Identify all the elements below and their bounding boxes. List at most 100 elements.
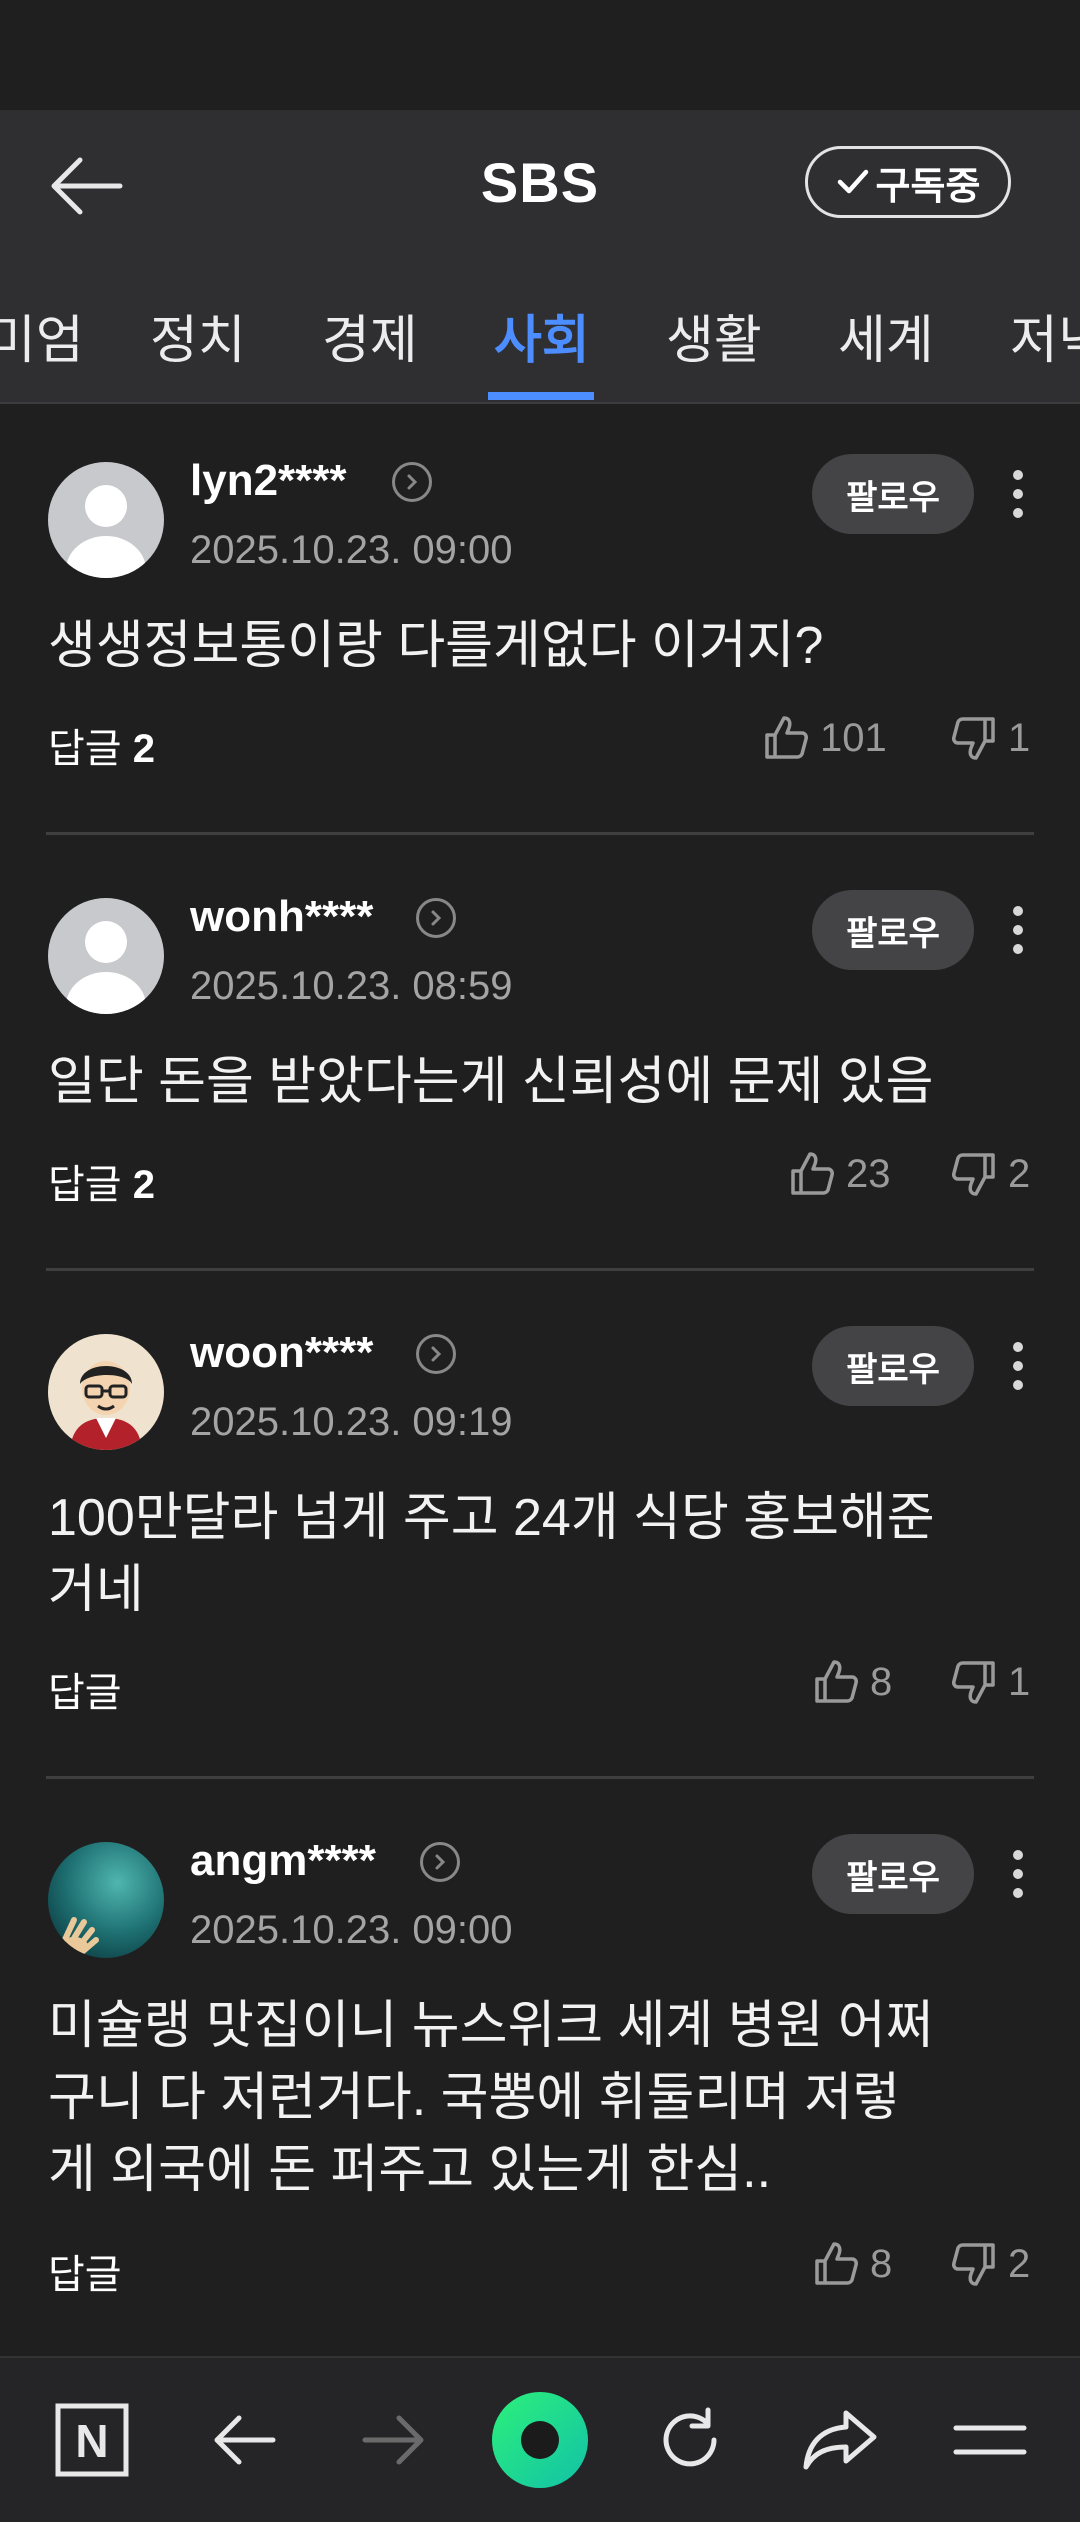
username[interactable]: wonh**** bbox=[190, 892, 373, 942]
tab-economy[interactable]: 경제 bbox=[322, 298, 418, 373]
naver-home-button[interactable]: N bbox=[42, 2390, 142, 2490]
dislike-count: 2 bbox=[1008, 1151, 1031, 1196]
thumbs-up-icon bbox=[815, 1660, 858, 1703]
menu-icon bbox=[953, 2425, 1027, 2455]
username[interactable]: angm**** bbox=[190, 1836, 376, 1886]
avatar[interactable] bbox=[48, 1842, 164, 1958]
green-dot-icon bbox=[492, 2392, 588, 2488]
tab-society[interactable]: 사회 bbox=[494, 298, 590, 373]
active-tab-indicator bbox=[488, 392, 594, 400]
underwater-hand-avatar-icon bbox=[48, 1842, 164, 1958]
dislike-button[interactable]: 2 bbox=[950, 1150, 1030, 1198]
subscribe-label: 구독중 bbox=[875, 165, 981, 208]
cartoon-man-avatar-icon bbox=[48, 1334, 164, 1450]
reply-label: 답글 bbox=[48, 727, 122, 771]
comment-text-line: 100만달라 넘게 주고 24개 식당 홍보해준 bbox=[48, 1489, 935, 1547]
more-options-icon[interactable] bbox=[998, 1834, 1038, 1914]
back-arrow-icon bbox=[214, 2415, 276, 2465]
like-count: 23 bbox=[846, 1151, 891, 1196]
reply-label: 답글 bbox=[48, 1163, 122, 1207]
dislike-count: 2 bbox=[1008, 2241, 1031, 2286]
dislike-button[interactable]: 1 bbox=[950, 1658, 1030, 1706]
like-count: 8 bbox=[870, 2241, 893, 2286]
naver-home-icon: N bbox=[55, 2403, 129, 2477]
refresh-icon bbox=[663, 2407, 717, 2467]
comment-text: 일단 돈을 받았다는게 신뢰성에 문제 있음 bbox=[48, 1053, 934, 1111]
like-count: 8 bbox=[870, 1659, 893, 1704]
like-button[interactable]: 8 bbox=[812, 2240, 892, 2288]
avatar[interactable] bbox=[48, 462, 164, 578]
timestamp: 2025.10.23. 08:59 bbox=[190, 964, 513, 1008]
reply-button[interactable]: 답글 2 bbox=[48, 716, 155, 774]
thumbs-up-icon bbox=[791, 1152, 834, 1195]
browser-back-button[interactable] bbox=[194, 2390, 294, 2490]
comment-text: 100만달라 넘게 주고 24개 식당 홍보해준 거네 bbox=[48, 1482, 1048, 1626]
dislike-button[interactable]: 2 bbox=[950, 2240, 1030, 2288]
profile-arrow-icon[interactable] bbox=[416, 898, 456, 938]
follow-button[interactable]: 팔로우 bbox=[812, 1326, 974, 1406]
tab-premium[interactable]: 미엄 bbox=[0, 298, 84, 373]
comment-text-line: 미슐랭 맛집이니 뉴스위크 세계 병원 어쩌 bbox=[48, 1997, 934, 2055]
timestamp: 2025.10.23. 09:00 bbox=[190, 1908, 513, 1952]
like-button[interactable]: 101 bbox=[762, 714, 887, 762]
more-options-icon[interactable] bbox=[998, 1326, 1038, 1406]
like-button[interactable]: 8 bbox=[812, 1658, 892, 1706]
timestamp: 2025.10.23. 09:00 bbox=[190, 528, 513, 572]
default-avatar-icon bbox=[48, 462, 164, 578]
username[interactable]: woon**** bbox=[190, 1328, 373, 1378]
tab-politics[interactable]: 정치 bbox=[150, 298, 246, 373]
default-avatar-icon bbox=[48, 898, 164, 1014]
comment-text-line: 게 외국에 돈 퍼주고 있는게 한심.. bbox=[48, 2141, 772, 2199]
thumbs-down-icon bbox=[952, 1153, 995, 1196]
dislike-count: 1 bbox=[1008, 1659, 1031, 1704]
follow-button[interactable]: 팔로우 bbox=[812, 454, 974, 534]
dislike-button[interactable]: 1 bbox=[950, 714, 1030, 762]
divider bbox=[46, 1776, 1034, 1779]
username[interactable]: lyn2**** bbox=[190, 456, 347, 506]
divider bbox=[46, 832, 1034, 835]
follow-button[interactable]: 팔로우 bbox=[812, 890, 974, 970]
app-header: SBS 구독중 bbox=[0, 110, 1080, 262]
check-icon bbox=[837, 169, 868, 194]
subscribe-button[interactable]: 구독중 bbox=[805, 146, 1011, 218]
profile-arrow-icon[interactable] bbox=[392, 462, 432, 502]
reply-label: 답글 bbox=[48, 1671, 122, 1715]
reply-label: 답글 bbox=[48, 2253, 122, 2297]
tab-evening[interactable]: 저녁 bbox=[1010, 298, 1080, 373]
browser-forward-button[interactable] bbox=[344, 2390, 444, 2490]
svg-text:N: N bbox=[75, 2415, 108, 2467]
avatar[interactable] bbox=[48, 898, 164, 1014]
like-count: 101 bbox=[820, 715, 887, 760]
comment-text-line: 구니 다 저런거다. 국뽕에 휘둘리며 저렇 bbox=[48, 2069, 901, 2127]
thumbs-down-icon bbox=[952, 1661, 995, 1704]
timestamp: 2025.10.23. 09:19 bbox=[190, 1400, 513, 1444]
reply-count: 2 bbox=[132, 1163, 155, 1207]
like-button[interactable]: 23 bbox=[788, 1150, 891, 1198]
status-bar bbox=[0, 0, 1080, 110]
follow-button[interactable]: 팔로우 bbox=[812, 1834, 974, 1914]
reply-button[interactable]: 답글 bbox=[48, 1660, 122, 1718]
reply-button[interactable]: 답글 bbox=[48, 2242, 122, 2300]
more-options-icon[interactable] bbox=[998, 890, 1038, 970]
profile-arrow-icon[interactable] bbox=[416, 1334, 456, 1374]
refresh-button[interactable] bbox=[640, 2390, 740, 2490]
thumbs-down-icon bbox=[952, 2243, 995, 2286]
bottom-nav-bar: N bbox=[0, 2356, 1080, 2522]
reply-count: 2 bbox=[132, 727, 155, 771]
green-dot-button[interactable] bbox=[490, 2390, 590, 2490]
forward-arrow-icon bbox=[362, 2415, 424, 2465]
tab-world[interactable]: 세계 bbox=[838, 298, 934, 373]
reply-button[interactable]: 답글 2 bbox=[48, 1152, 155, 1210]
dislike-count: 1 bbox=[1008, 715, 1031, 760]
comment-text: 미슐랭 맛집이니 뉴스위크 세계 병원 어쩌 구니 다 저런거다. 국뽕에 휘둘… bbox=[48, 1990, 1048, 2206]
profile-arrow-icon[interactable] bbox=[420, 1842, 460, 1882]
category-tabbar: 미엄 정치 경제 사회 생활 세계 저녁 bbox=[0, 262, 1080, 404]
avatar[interactable] bbox=[48, 1334, 164, 1450]
menu-button[interactable] bbox=[940, 2390, 1040, 2490]
share-button[interactable] bbox=[790, 2390, 890, 2490]
comment-text-line: 거네 bbox=[48, 1561, 144, 1619]
more-options-icon[interactable] bbox=[998, 454, 1038, 534]
tab-life[interactable]: 생활 bbox=[666, 298, 762, 373]
thumbs-down-icon bbox=[952, 717, 995, 760]
thumbs-up-icon bbox=[815, 2242, 858, 2285]
